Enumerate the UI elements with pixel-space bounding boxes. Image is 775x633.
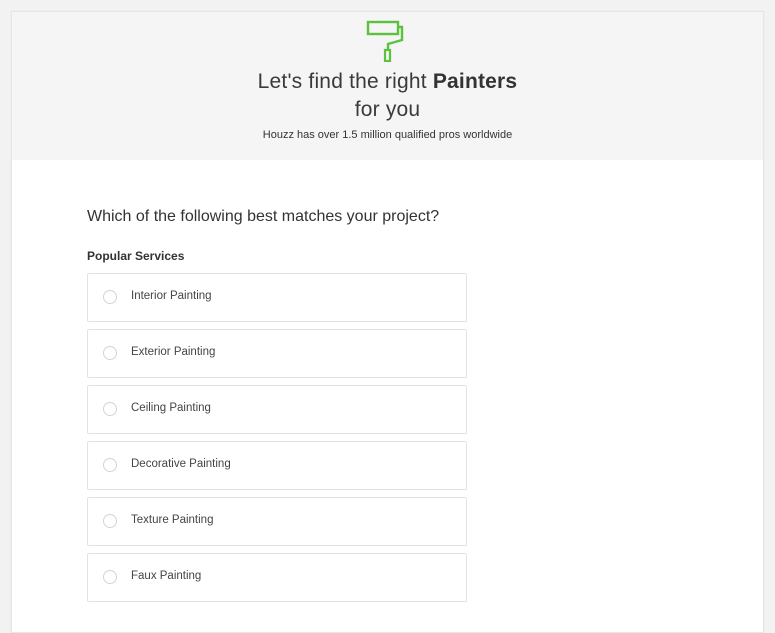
options-list: Interior Painting Exterior Painting Ceil…	[87, 273, 467, 609]
title-prefix: Let's find the right	[257, 70, 433, 93]
page-title: Let's find the right Painters for you	[12, 68, 763, 124]
wizard-header: Let's find the right Painters for you Ho…	[12, 12, 763, 160]
radio-button[interactable]	[103, 570, 117, 584]
title-highlight: Painters	[432, 70, 518, 93]
section-label: Popular Services	[87, 249, 185, 263]
title-suffix: for you	[354, 98, 421, 121]
radio-button[interactable]	[103, 402, 117, 416]
radio-button[interactable]	[103, 514, 117, 528]
option-label: Exterior Painting	[131, 346, 216, 358]
radio-button[interactable]	[103, 458, 117, 472]
subtitle: Houzz has over 1.5 million qualified pro…	[262, 129, 513, 141]
option-label: Decorative Painting	[131, 458, 231, 470]
radio-button[interactable]	[103, 290, 117, 304]
option-label: Faux Painting	[131, 570, 202, 582]
paint-roller-icon	[366, 20, 404, 62]
option-label: Interior Painting	[131, 290, 212, 302]
radio-button[interactable]	[103, 346, 117, 360]
option-interior-painting[interactable]: Interior Painting	[87, 273, 467, 322]
project-wizard-card: Let's find the right Painters for you Ho…	[11, 11, 764, 633]
option-decorative-painting[interactable]: Decorative Painting	[87, 441, 467, 490]
option-faux-painting[interactable]: Faux Painting	[87, 553, 467, 602]
option-label: Texture Painting	[131, 514, 214, 526]
option-exterior-painting[interactable]: Exterior Painting	[87, 329, 467, 378]
question-heading: Which of the following best matches your…	[87, 208, 440, 225]
option-label: Ceiling Painting	[131, 402, 211, 414]
option-texture-painting[interactable]: Texture Painting	[87, 497, 467, 546]
option-ceiling-painting[interactable]: Ceiling Painting	[87, 385, 467, 434]
